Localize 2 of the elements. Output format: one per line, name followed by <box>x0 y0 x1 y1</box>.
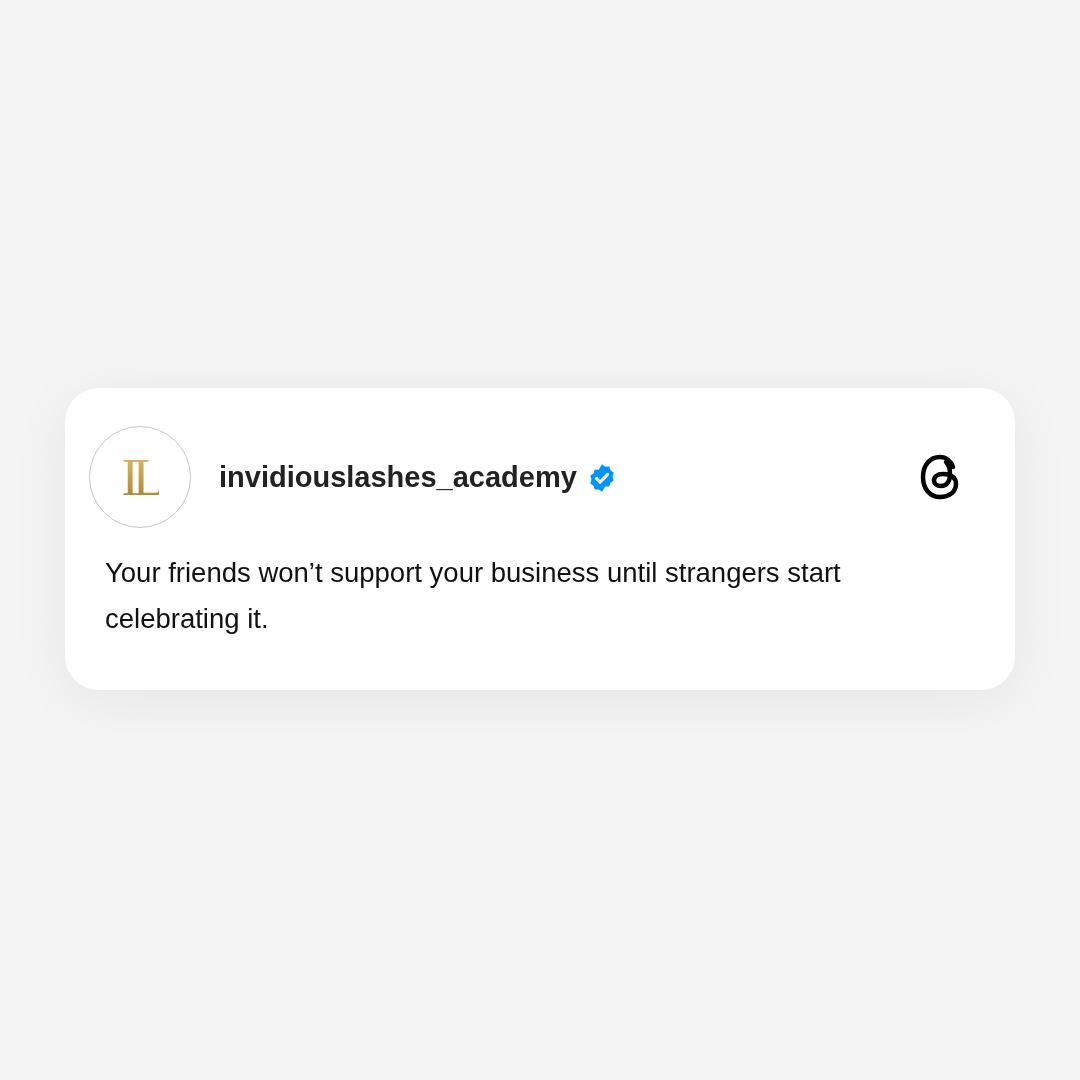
post-text: Your friends won’t support your business until strangers start celebrating it. <box>105 556 842 636</box>
username[interactable]: invidiouslashes_academy <box>219 460 577 494</box>
